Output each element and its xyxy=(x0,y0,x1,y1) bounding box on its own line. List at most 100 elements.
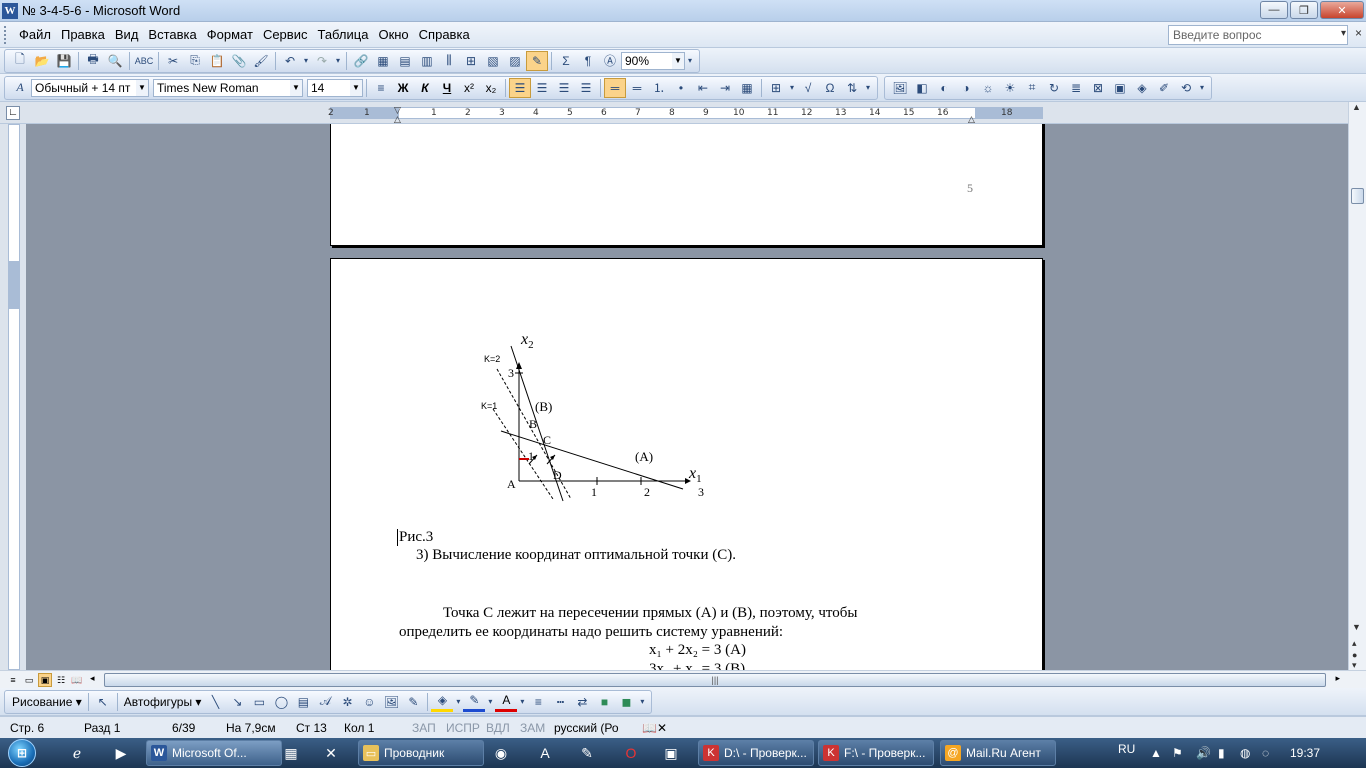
tray-app-icon[interactable]: ◍ xyxy=(1240,746,1250,760)
spelling-status-icon[interactable]: 📖✕ xyxy=(642,721,667,735)
tab-selector[interactable]: ∟ xyxy=(6,106,20,120)
dash-style-icon[interactable]: ┅ xyxy=(549,692,571,712)
outline-view-icon[interactable]: ☷ xyxy=(54,673,68,687)
more-brightness-icon[interactable]: ☼ xyxy=(977,78,999,98)
toolbar-options-icon[interactable]: ▾ xyxy=(685,51,695,71)
tables-borders-icon[interactable]: ▦ xyxy=(372,51,394,71)
save-icon[interactable]: 💾 xyxy=(53,51,75,71)
reset-picture-icon[interactable]: ⟲ xyxy=(1175,78,1197,98)
align-right-icon[interactable]: ☰ xyxy=(553,78,575,98)
scroll-thumb[interactable] xyxy=(1351,188,1364,204)
underline-button[interactable]: Ч xyxy=(436,78,458,98)
calculator-icon[interactable]: ▦ xyxy=(280,742,302,764)
pilcrow-icon[interactable]: ¶ xyxy=(577,51,599,71)
rotate-icon[interactable]: ↻ xyxy=(1043,78,1065,98)
vertical-scrollbar[interactable]: ▲ ▼ ▴ ● ▾ xyxy=(1348,102,1366,670)
start-button[interactable]: ⊞ xyxy=(2,738,42,768)
volume-icon[interactable]: 🔊 xyxy=(1196,746,1211,760)
ruler-strip[interactable]: 2 1 1 2 3 4 5 6 7 8 9 10 11 12 13 14 15 … xyxy=(328,107,1043,119)
decrease-indent-icon[interactable]: ⇤ xyxy=(692,78,714,98)
style-select[interactable]: Обычный + 14 пт ▼ xyxy=(31,78,149,97)
paste-icon[interactable]: 📋 xyxy=(206,51,228,71)
justify-icon[interactable]: ☰ xyxy=(575,78,597,98)
show-hidden-icons-icon[interactable]: ▲ xyxy=(1150,746,1162,760)
select-browse-object-icon[interactable]: ● xyxy=(1352,650,1357,660)
toolbar-options-icon[interactable]: ▾ xyxy=(637,692,647,712)
undo-icon[interactable]: ↶ xyxy=(279,51,301,71)
increase-indent-icon[interactable]: ⇥ xyxy=(714,78,736,98)
redo-dropdown-icon[interactable]: ▾ xyxy=(333,51,343,71)
rectangle-tool-icon[interactable]: ▭ xyxy=(248,692,270,712)
chevron-down-icon[interactable]: ▼ xyxy=(290,79,302,96)
line-style-icon[interactable]: ≡ xyxy=(527,692,549,712)
print-layout-icon[interactable]: ▣ xyxy=(38,673,52,687)
compress-icon[interactable]: ⊠ xyxy=(1087,78,1109,98)
menu-tools[interactable]: Сервис xyxy=(258,24,313,46)
chevron-down-icon[interactable]: ▼ xyxy=(136,79,148,96)
spelling-icon[interactable]: ABC xyxy=(133,51,155,71)
styles-pane-icon[interactable]: A xyxy=(9,78,31,98)
numbered-list-icon[interactable]: ≡ xyxy=(370,78,392,98)
menu-window[interactable]: Окно xyxy=(373,24,413,46)
media-player-icon[interactable]: ▶ xyxy=(110,742,132,764)
toolbar-grip[interactable] xyxy=(4,25,8,44)
language-indicator[interactable]: RU xyxy=(1118,742,1135,756)
menu-help[interactable]: Справка xyxy=(414,24,475,46)
taskbar-item-total-commander-d[interactable]: K D:\ - Проверк... xyxy=(698,740,814,766)
status-track-changes[interactable]: ИСПР xyxy=(446,721,480,735)
tray-app-icon[interactable]: ◌ xyxy=(1262,746,1269,760)
read-icon[interactable]: Ⓐ xyxy=(599,51,621,71)
font-size-select[interactable]: 14 ▼ xyxy=(307,78,363,97)
cut-icon[interactable]: ✂ xyxy=(162,51,184,71)
taskbar-item-explorer[interactable]: ▭ Проводник xyxy=(358,740,484,766)
excel-icon[interactable]: ✕ xyxy=(320,742,342,764)
maximize-button[interactable]: ❐ xyxy=(1290,1,1318,19)
crop-icon[interactable]: ⌗ xyxy=(1021,78,1043,98)
arrow-style-icon[interactable]: ⇄ xyxy=(571,692,593,712)
symbol-icon[interactable]: Ω xyxy=(819,78,841,98)
insert-excel-icon[interactable]: ▥ xyxy=(416,51,438,71)
arrow-tool-icon[interactable]: ↘ xyxy=(226,692,248,712)
borders-dropdown-icon[interactable]: ▾ xyxy=(787,78,797,98)
format-picture-icon[interactable]: ◈ xyxy=(1131,78,1153,98)
select-objects-icon[interactable]: ↖ xyxy=(92,692,114,712)
close-document-button[interactable]: × xyxy=(1355,26,1362,40)
drawing-icon[interactable]: ⊞ xyxy=(460,51,482,71)
show-hide-icon[interactable]: ▨ xyxy=(504,51,526,71)
horizontal-scroll-track[interactable]: ◂ ||| ▸ xyxy=(90,673,1340,687)
borders-icon[interactable]: ⊞ xyxy=(765,78,787,98)
fill-color-icon[interactable]: ◈ xyxy=(431,692,454,712)
taskbar-item-mail-agent[interactable]: @ Mail.Ru Агент xyxy=(940,740,1056,766)
zoom-select[interactable]: 90% ▼ xyxy=(621,51,685,70)
firefox-icon[interactable]: ◉ xyxy=(490,742,512,764)
status-record-macro[interactable]: ЗАП xyxy=(412,721,436,735)
insert-picture-icon[interactable]: 🖼 xyxy=(380,692,402,712)
document-map-icon[interactable]: ▧ xyxy=(482,51,504,71)
superscript-icon[interactable]: x² xyxy=(458,78,480,98)
columns-icon[interactable]: ⫼ xyxy=(438,51,460,71)
insert-excel-sheet-icon[interactable]: ▦ xyxy=(736,78,758,98)
menu-format[interactable]: Формат xyxy=(202,24,258,46)
scroll-left-icon[interactable]: ◂ xyxy=(90,673,95,684)
diagram-icon[interactable]: ✲ xyxy=(336,692,358,712)
text-direction-icon[interactable]: ⇅ xyxy=(841,78,863,98)
menu-table[interactable]: Таблица xyxy=(312,24,373,46)
acrobat-icon[interactable]: A xyxy=(534,742,556,764)
more-contrast-icon[interactable]: ◐ xyxy=(933,78,955,98)
equation-icon[interactable]: √ xyxy=(797,78,819,98)
wordart-icon[interactable]: 𝒜 xyxy=(314,692,336,712)
line-spacing-icon[interactable]: ═ xyxy=(604,77,626,98)
taskbar-item-total-commander-f[interactable]: K F:\ - Проверк... xyxy=(818,740,934,766)
menu-view[interactable]: Вид xyxy=(110,24,144,46)
font-color-dropdown-icon[interactable]: ▾ xyxy=(517,692,527,712)
horizontal-scroll-thumb[interactable]: ||| xyxy=(104,673,1326,687)
clipart-icon[interactable]: ☺ xyxy=(358,692,380,712)
format-painter-icon[interactable]: 🖌 xyxy=(250,51,272,71)
action-center-icon[interactable]: ⚑ xyxy=(1172,746,1183,760)
line-style-icon[interactable]: ≣ xyxy=(1065,78,1087,98)
color-icon[interactable]: ◧ xyxy=(911,78,933,98)
status-overtype[interactable]: ЗАМ xyxy=(520,721,545,735)
textbox-tool-icon[interactable]: ▤ xyxy=(292,692,314,712)
drawing-toggle-icon[interactable]: ✎ xyxy=(526,50,548,71)
network-tray-icon[interactable]: ▮ xyxy=(1218,746,1225,760)
